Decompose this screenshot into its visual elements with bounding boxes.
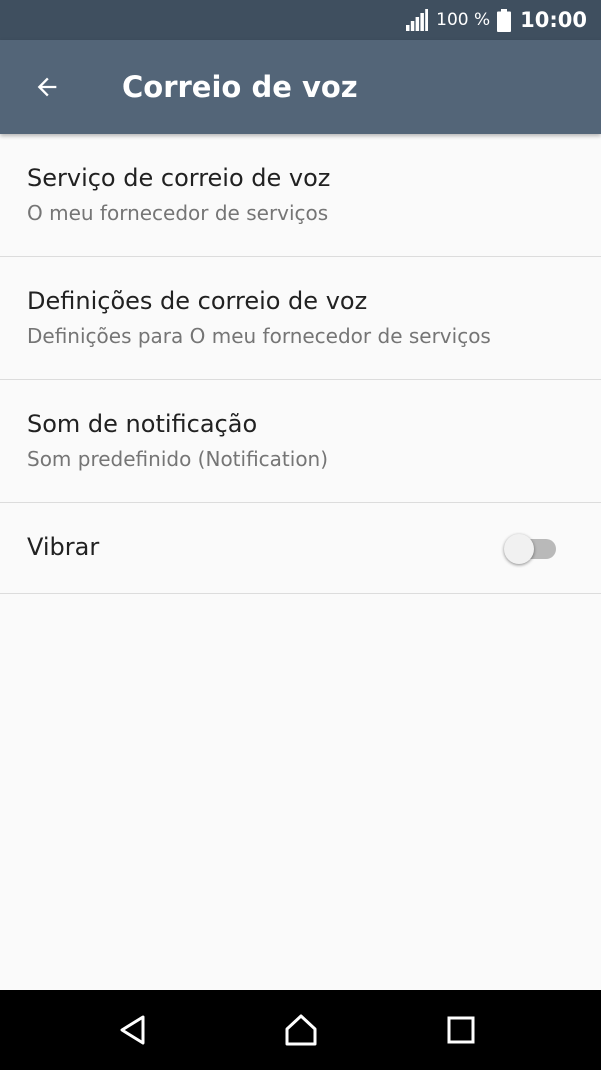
settings-list: Serviço de correio de voz O meu forneced… (0, 134, 601, 594)
battery-icon (497, 8, 512, 32)
setting-title: Vibrar (27, 533, 100, 561)
clock: 10:00 (520, 8, 587, 32)
toggle-thumb (504, 534, 534, 564)
setting-title: Som de notificação (27, 410, 258, 438)
battery-percent: 100 % (436, 10, 491, 30)
vibrate-toggle[interactable] (504, 534, 556, 564)
setting-title: Definições de correio de voz (27, 287, 368, 315)
setting-summary: Definições para O meu fornecedor de serv… (27, 324, 491, 348)
setting-title: Serviço de correio de voz (27, 164, 331, 192)
recents-square-icon (447, 1016, 475, 1044)
back-triangle-icon (120, 1015, 145, 1045)
setting-summary: Som predefinido (Notification) (27, 447, 329, 471)
signal-icon (406, 9, 429, 31)
navigation-bar (0, 990, 601, 1070)
nav-recents-button[interactable] (437, 1006, 485, 1054)
back-button[interactable] (26, 66, 68, 108)
arrow-left-icon (37, 77, 57, 97)
setting-voicemail-service[interactable]: Serviço de correio de voz O meu forneced… (0, 134, 601, 257)
home-icon (285, 1014, 317, 1046)
status-bar: 100 % 10:00 (0, 0, 601, 40)
setting-vibrate[interactable]: Vibrar (0, 503, 601, 594)
nav-home-button[interactable] (277, 1006, 325, 1054)
page-title: Correio de voz (122, 70, 358, 104)
setting-voicemail-settings[interactable]: Definições de correio de voz Definições … (0, 257, 601, 380)
app-bar: Correio de voz (0, 40, 601, 134)
status-indicators: 100 % 10:00 (406, 0, 587, 40)
nav-back-button[interactable] (109, 1006, 157, 1054)
setting-summary: O meu fornecedor de serviços (27, 201, 329, 225)
setting-notification-sound[interactable]: Som de notificação Som predefinido (Noti… (0, 380, 601, 503)
